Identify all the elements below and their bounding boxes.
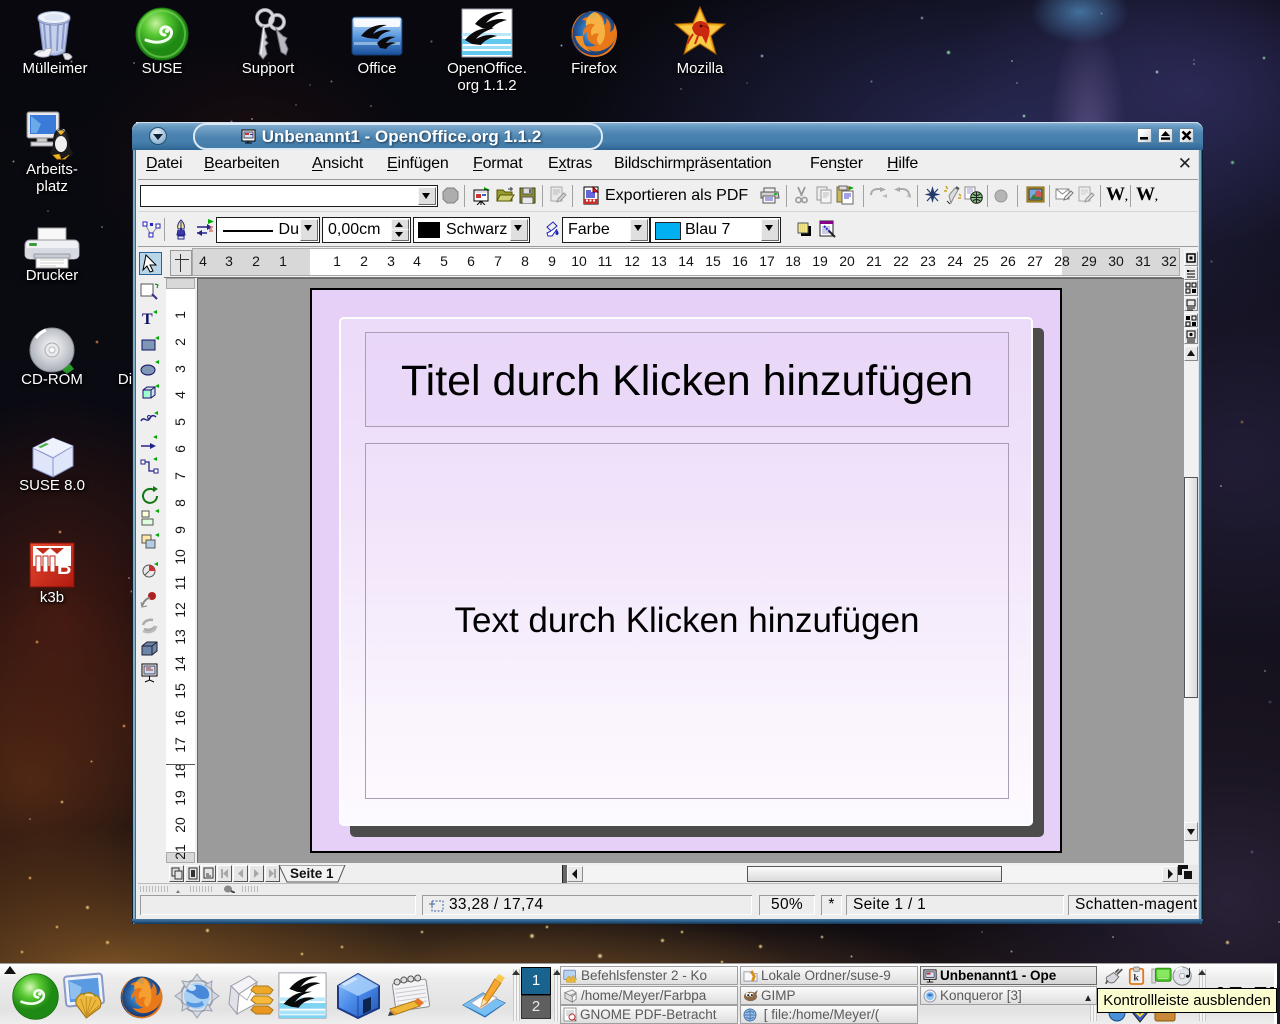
svg-text:T: T [142, 311, 153, 328]
svg-text:B: B [57, 557, 71, 579]
svg-text:k: k [1133, 972, 1139, 983]
